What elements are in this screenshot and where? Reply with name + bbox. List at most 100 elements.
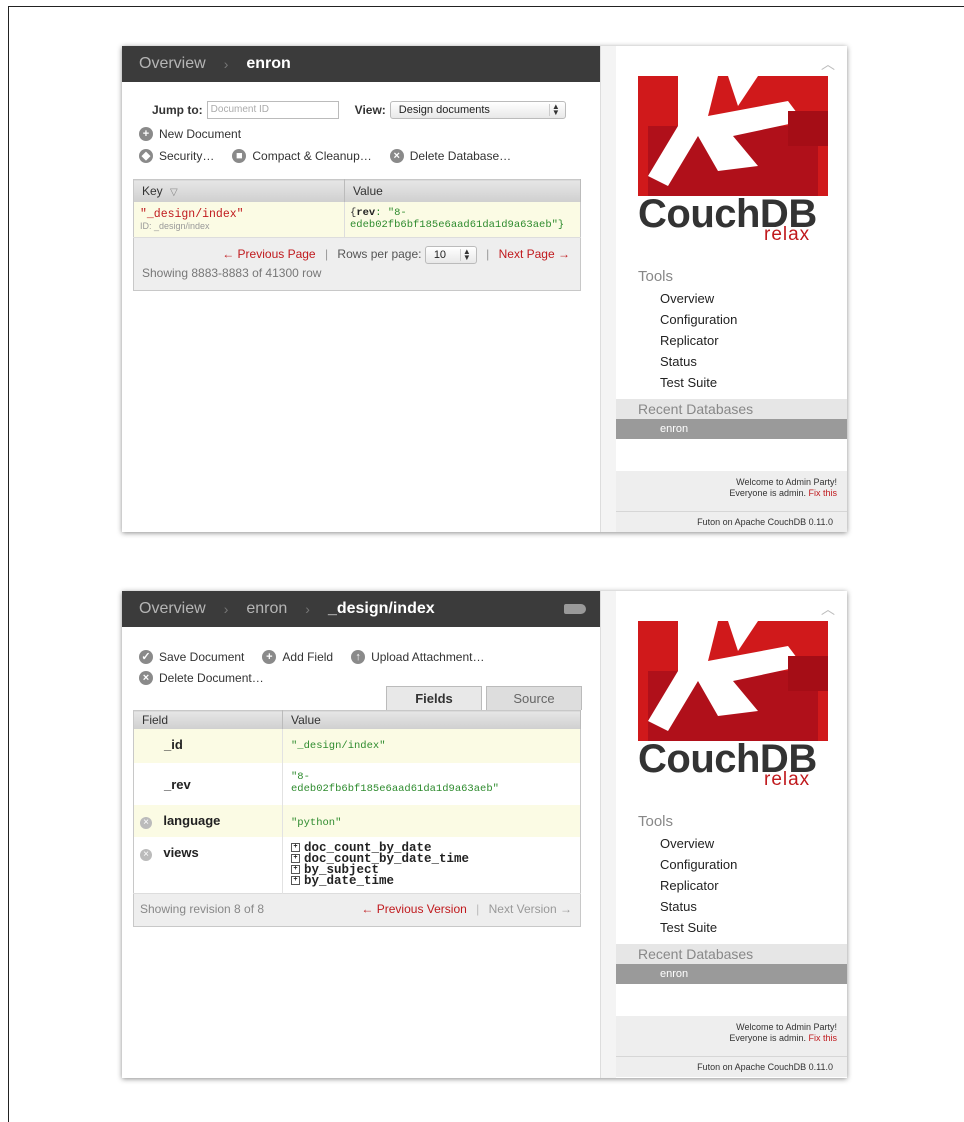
tool-test-suite[interactable]: Test Suite	[660, 917, 737, 938]
field-value[interactable]: "_design/index"	[291, 740, 386, 752]
table-row[interactable]: "_design/index" ID: _design/index {rev: …	[133, 202, 581, 238]
brand-tagline: relax	[764, 769, 811, 790]
tool-status[interactable]: Status	[660, 351, 737, 372]
value-rev-key: rev	[356, 207, 376, 219]
table-row[interactable]: × views + doc_count_by_date + doc_count_by…	[133, 837, 581, 894]
action-row-2: ◆ Security… ■ Compact & Cleanup… × Delet…	[139, 149, 529, 163]
sort-desc-icon: ▽	[170, 187, 178, 198]
pager-divider: |	[486, 247, 490, 261]
remove-field-icon[interactable]: ×	[140, 849, 152, 861]
fix-this-link[interactable]: Fix this	[808, 1033, 837, 1043]
tab-fields[interactable]: Fields	[386, 686, 482, 710]
tools-heading: Tools	[638, 268, 674, 285]
revision-text: Showing revision 8 of 8	[140, 902, 265, 916]
save-document-button[interactable]: ✓ Save Document	[139, 650, 244, 664]
delete-database-label: Delete Database…	[409, 149, 512, 163]
sidebar: ︿ CouchDB relax Tools Overview Configura…	[616, 46, 847, 532]
table-row[interactable]: × language "python"	[133, 805, 581, 837]
select-arrows-icon: ▲ ▼	[548, 103, 562, 117]
delete-document-button[interactable]: × Delete Document…	[139, 671, 264, 685]
compact-button[interactable]: ■ Compact & Cleanup…	[232, 149, 372, 163]
expand-icon: +	[291, 843, 300, 853]
breadcrumb-overview[interactable]: Overview	[139, 600, 206, 618]
tab-source[interactable]: Source	[486, 686, 582, 710]
lock-icon: ◆	[139, 149, 153, 163]
save-document-label: Save Document	[159, 650, 245, 664]
document-id-input[interactable]: Document ID	[206, 101, 339, 119]
plus-icon: +	[262, 650, 277, 664]
tool-overview[interactable]: Overview	[660, 833, 737, 854]
previous-version-link[interactable]: ← Previous Version	[361, 902, 466, 916]
welcome-line2-wrap: Everyone is admin. Fix this	[616, 1033, 837, 1044]
next-version-link[interactable]: Next Version →	[489, 902, 572, 916]
upload-attachment-button[interactable]: ↑ Upload Attachment…	[351, 650, 485, 664]
tool-test-suite[interactable]: Test Suite	[660, 372, 737, 393]
new-document-button[interactable]: + New Document	[139, 127, 241, 141]
pagination-controls: ← Previous Page | Rows per page: 10 ▲ ▼ |…	[142, 244, 572, 266]
key-header-label: Key	[142, 184, 163, 198]
tool-overview[interactable]: Overview	[660, 288, 737, 309]
recent-database-enron[interactable]: enron	[616, 419, 847, 439]
view-select[interactable]: Design documents ▲ ▼	[389, 101, 566, 119]
field-value-line2: edeb02fb6bf185e6aad61da1d9a63aeb"	[291, 783, 499, 795]
tool-replicator[interactable]: Replicator	[660, 875, 737, 896]
breadcrumb-database[interactable]: enron	[246, 600, 287, 618]
delete-database-button[interactable]: × Delete Database…	[389, 149, 512, 163]
tool-configuration[interactable]: Configuration	[660, 309, 737, 330]
view-item-label: by_date_time	[304, 874, 395, 888]
field-column-header: Field	[133, 710, 283, 729]
remove-field-icon[interactable]: ×	[140, 817, 152, 829]
action-row-1: + New Document	[139, 127, 259, 141]
recent-databases-heading: Recent Databases	[616, 944, 847, 964]
welcome-line2-wrap: Everyone is admin. Fix this	[616, 488, 837, 499]
tool-status[interactable]: Status	[660, 896, 737, 917]
rows-per-page-select[interactable]: 10 ▲ ▼	[424, 245, 477, 264]
table-row[interactable]: _rev "8- edeb02fb6bf185e6aad61da1d9a63ae…	[133, 763, 581, 805]
compact-label: Compact & Cleanup…	[252, 149, 372, 163]
breadcrumb-separator-icon: ›	[223, 56, 229, 72]
welcome-line2: Everyone is admin.	[729, 1033, 806, 1043]
recent-database-enron[interactable]: enron	[616, 964, 847, 984]
tag-icon[interactable]	[564, 604, 586, 614]
views-list: + doc_count_by_date + doc_count_by_date_ti…	[291, 842, 572, 888]
next-page-link[interactable]: Next Page →	[499, 247, 570, 261]
document-value-line1: {rev: "8-	[350, 207, 575, 219]
document-key[interactable]: "_design/index"	[140, 208, 338, 221]
breadcrumb: Overview › enron	[122, 46, 600, 82]
welcome-line2: Everyone is admin.	[729, 488, 806, 498]
recent-databases-heading: Recent Databases	[616, 399, 847, 419]
revision-footer: Showing revision 8 of 8 ← Previous Versi…	[133, 893, 581, 927]
table-row[interactable]: _id "_design/index"	[133, 729, 581, 763]
document-id: ID: _design/index	[140, 221, 210, 231]
breadcrumb-current: _design/index	[327, 600, 435, 617]
doc-action-row-2: × Delete Document…	[139, 671, 282, 685]
field-value[interactable]: "python"	[291, 817, 341, 829]
view-item[interactable]: + by_date_time	[291, 874, 572, 888]
document-value-line2: edeb02fb6bf185e6aad61da1d9a63aeb"}	[350, 219, 565, 231]
add-field-label: Add Field	[282, 650, 334, 664]
field-name: _id	[164, 737, 183, 752]
breadcrumb-separator-icon: ›	[305, 601, 310, 617]
previous-page-link[interactable]: ← Previous Page	[222, 247, 315, 261]
tool-replicator[interactable]: Replicator	[660, 330, 737, 351]
pager-divider: |	[324, 247, 329, 261]
field-name: views	[163, 845, 199, 860]
expand-icon: +	[291, 854, 300, 864]
jump-label: Jump to:	[152, 103, 203, 117]
tool-configuration[interactable]: Configuration	[660, 854, 737, 875]
collapse-caret-icon[interactable]: ︿	[821, 54, 835, 74]
brand-tagline: relax	[764, 224, 811, 245]
security-button[interactable]: ◆ Security…	[139, 149, 214, 163]
key-column-header[interactable]: Key ▽	[133, 179, 345, 202]
page-border-top	[8, 6, 964, 7]
fields-table: Field Value _id "_design/index" _rev "8-…	[133, 710, 581, 927]
field-name: language	[163, 813, 221, 828]
add-field-button[interactable]: + Add Field	[262, 650, 333, 664]
collapse-caret-icon[interactable]: ︿	[821, 599, 835, 619]
breadcrumb-overview[interactable]: Overview	[139, 55, 206, 73]
view-tabs: Fields Source	[386, 686, 586, 710]
fix-this-link[interactable]: Fix this	[808, 488, 837, 498]
document-screenshot: Overview › enron › _design/index ✓ Save …	[122, 591, 847, 1078]
pagination-row: ← Previous Page | Rows per page: 10 ▲ ▼ |…	[133, 237, 581, 291]
close-icon: ×	[389, 149, 404, 163]
